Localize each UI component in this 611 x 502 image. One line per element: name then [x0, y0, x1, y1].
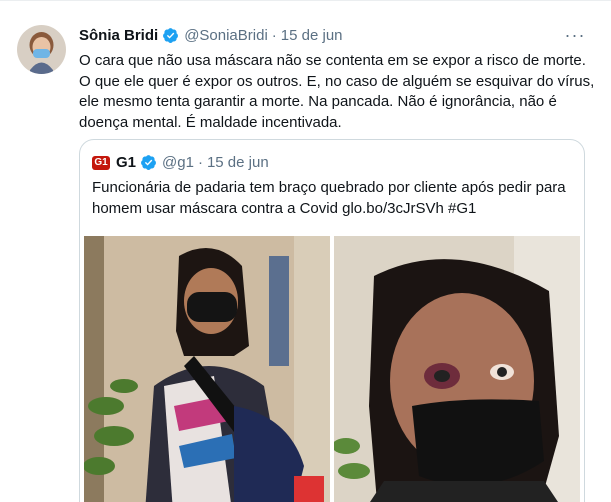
tweet: Sônia Bridi @SoniaBridi · 15 de jun ··· … [0, 0, 611, 502]
quote-photo-1[interactable] [84, 236, 330, 502]
quote-header: G1 G1 @g1 · 15 de jun [92, 154, 269, 171]
tweet-header: Sônia Bridi @SoniaBridi · 15 de jun [79, 27, 343, 44]
separator-dot: · [271, 27, 277, 44]
separator-dot: · [197, 154, 203, 171]
tweet-text-line: ele mesmo tenta garantir a morte. Na pan… [79, 93, 557, 110]
tweet-text-line: doença mental. É maldade incentivada. [79, 113, 342, 131]
quote-text: Funcionária de padaria tem braço quebrad… [92, 178, 572, 219]
quote-text-line: homem usar máscara contra a Covid glo.bo… [92, 199, 477, 217]
g1-logo-icon: G1 [92, 155, 110, 170]
author-handle[interactable]: @SoniaBridi [184, 27, 268, 44]
tweet-date[interactable]: 15 de jun [281, 27, 343, 44]
verified-icon [162, 27, 179, 44]
quoted-tweet[interactable]: G1 G1 @g1 · 15 de jun Funcionária de pad… [79, 139, 585, 502]
quote-text-line: Funcionária de padaria tem braço quebrad… [92, 179, 566, 196]
tweet-text-line: O cara que não usa máscara não se conten… [79, 52, 586, 69]
author-name[interactable]: Sônia Bridi [79, 27, 158, 44]
tweet-text: O cara que não usa máscara não se conten… [79, 51, 599, 133]
quote-author-handle: @g1 [162, 154, 194, 171]
tweet-text-line: O que ele quer é expor os outros. E, no … [79, 72, 595, 90]
quote-date: 15 de jun [206, 154, 269, 171]
quote-author-name: G1 [116, 154, 137, 171]
quote-photo-2[interactable] [334, 236, 580, 502]
avatar[interactable] [17, 25, 66, 74]
verified-icon [140, 154, 157, 171]
more-options-icon[interactable]: ··· [565, 25, 585, 45]
avatar-image [17, 25, 66, 74]
